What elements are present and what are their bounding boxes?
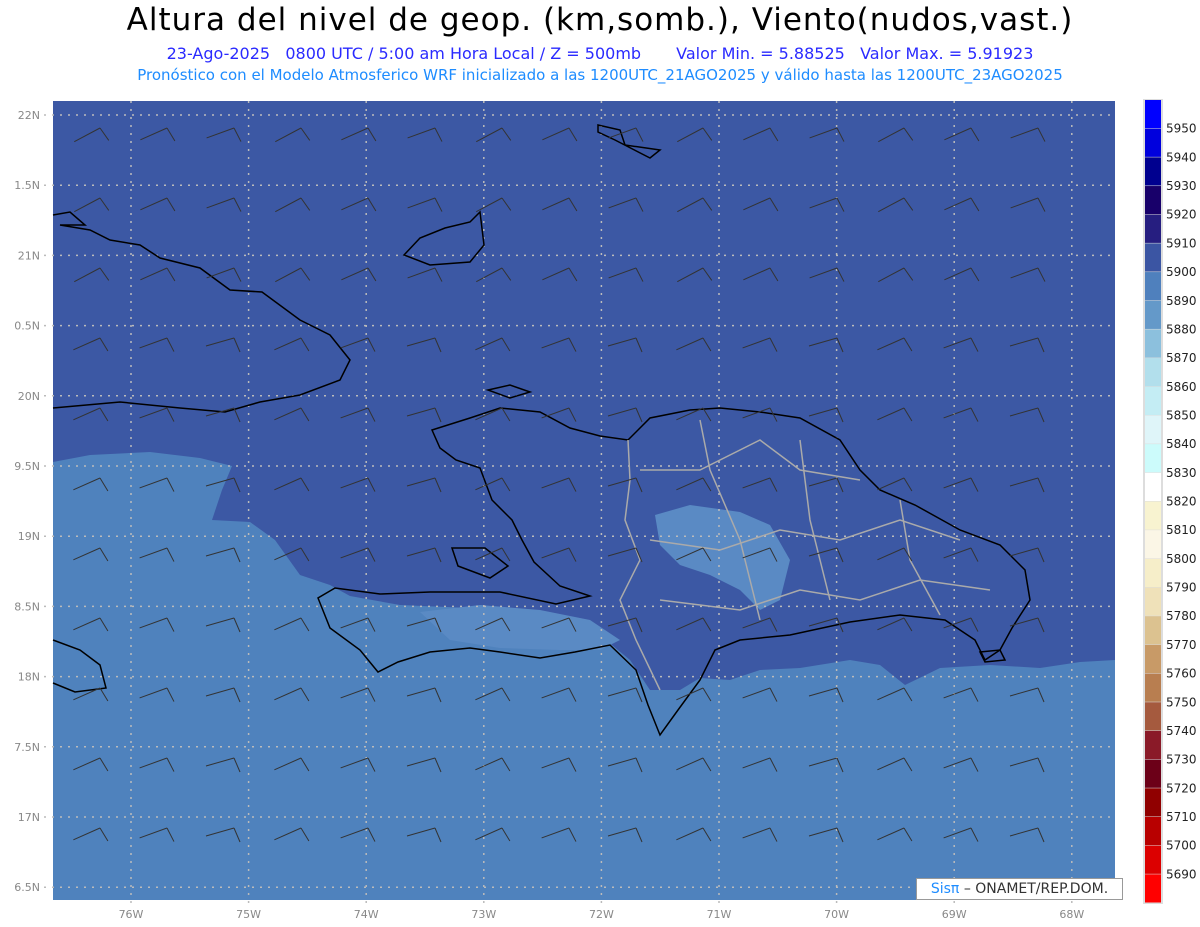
colorbar-label: 5740 [1166,724,1197,738]
lat-tick-label: 0.5N [14,320,40,333]
colorbar-label: 5790 [1166,581,1197,595]
colorbar-bin [1145,186,1161,215]
colorbar-bin [1145,587,1161,616]
colorbar-label: 5910 [1166,236,1197,250]
colorbar-bin [1145,530,1161,559]
forecast-time: 0800 UTC / 5:00 am Hora Local / Z = 500m… [285,44,642,63]
lat-tick-label: 17N [18,811,40,824]
lat-tick-label: 22N [18,109,40,122]
colorbar-label: 5930 [1166,179,1197,193]
colorbar-label: 5810 [1166,523,1197,537]
max-value: Valor Max. = 5.91923 [860,44,1034,63]
lon-tick-label: 75W [236,908,261,921]
colorbar-bin [1145,472,1161,501]
colorbar-bin [1145,702,1161,731]
subtitle: 23-Ago-2025 0800 UTC / 5:00 am Hora Loca… [0,44,1200,63]
colorbar-bin [1145,386,1161,415]
lon-tick-label: 69W [942,908,967,921]
colorbar: 5950 5940 5930 5920 5910 5900 5890 5880 5870 5860… [1143,99,1197,904]
model-description: Pronóstico con el Modelo Atmosferico WRF… [137,66,1063,84]
colorbar-label: 5780 [1166,609,1197,623]
lat-tick-label: 8.5N [14,600,40,613]
colorbar-label: 5820 [1166,495,1197,509]
colorbar-bin [1145,644,1161,674]
colorbar-bin [1145,329,1161,358]
colorbar-bin [1145,272,1161,301]
colorbar-bin [1145,214,1161,243]
lon-tick-label: 74W [354,908,379,921]
colorbar-label: 5750 [1166,695,1197,709]
lat-tick-label: 9.5N [14,460,40,473]
colorbar-bin [1145,300,1161,329]
chart-title: Altura del nivel de geop. (km,somb.), Vi… [126,2,1074,38]
lon-tick-label: 73W [471,908,496,921]
min-value: Valor Min. = 5.88525 [676,44,845,63]
colorbar-bin [1145,157,1161,186]
colorbar-label: 5720 [1166,781,1197,795]
colorbar-label: 5950 [1166,122,1197,136]
lon-tick-label: 71W [707,908,732,921]
lat-tick-label: 1.5N [14,179,40,192]
colorbar-bin [1145,673,1161,702]
lat-tick-label: 19N [18,530,40,543]
colorbar-label: 5840 [1166,437,1197,451]
colorbar-bin [1145,816,1161,846]
forecast-date: 23-Ago-2025 [166,44,271,63]
colorbar-bin [1145,759,1161,788]
map-panel [53,101,1115,900]
colorbar-label: 5760 [1166,667,1197,681]
lat-tick-label: 6.5N [14,881,40,894]
colorbar-bin [1145,501,1161,530]
colorbar-bin [1145,616,1161,645]
credit-box: Sisπ – ONAMET/REP.DOM. [916,878,1123,900]
colorbar-bin [1145,845,1161,874]
colorbar-label: 5870 [1166,351,1197,365]
colorbar-label: 5900 [1166,265,1197,279]
colorbar-bin [1145,730,1161,760]
colorbar-bin [1145,243,1161,272]
colorbar-label: 5700 [1166,839,1197,853]
colorbar-label: 5770 [1166,638,1197,652]
lat-tick-label: 7.5N [14,741,40,754]
credit-text: – ONAMET/REP.DOM. [963,881,1109,897]
colorbar-bin [1145,874,1161,903]
colorbar-bin [1145,358,1161,387]
colorbar-label: 5690 [1166,867,1197,881]
colorbar-bin [1145,788,1161,817]
colorbar-bin [1145,128,1161,157]
map-figure: 22N 1.5N 21N 0.5N 20N 9.5N 19N 8.5N 18N 7.5N 17N 6.… [14,99,1197,921]
lat-tick-label: 18N [18,671,40,684]
colorbar-label: 5730 [1166,753,1197,767]
colorbar-label: 5920 [1166,208,1197,222]
colorbar-label: 5860 [1166,380,1197,394]
colorbar-bin [1145,415,1161,444]
lat-tick-label: 21N [18,249,40,262]
colorbar-bin [1145,558,1161,588]
lon-tick-label: 68W [1059,908,1084,921]
colorbar-label: 5890 [1166,294,1197,308]
colorbar-label: 5710 [1166,810,1197,824]
lon-tick-label: 72W [589,908,614,921]
colorbar-bin [1145,100,1161,129]
lat-tick-label: 20N [18,390,40,403]
colorbar-label: 5940 [1166,150,1197,164]
colorbar-label: 5880 [1166,322,1197,336]
colorbar-label: 5800 [1166,552,1197,566]
lon-tick-label: 76W [119,908,144,921]
lon-tick-label: 70W [824,908,849,921]
colorbar-label: 5830 [1166,466,1197,480]
colorbar-label: 5850 [1166,408,1197,422]
sispi-logo: Sisπ [930,881,960,897]
colorbar-bin [1145,444,1161,473]
